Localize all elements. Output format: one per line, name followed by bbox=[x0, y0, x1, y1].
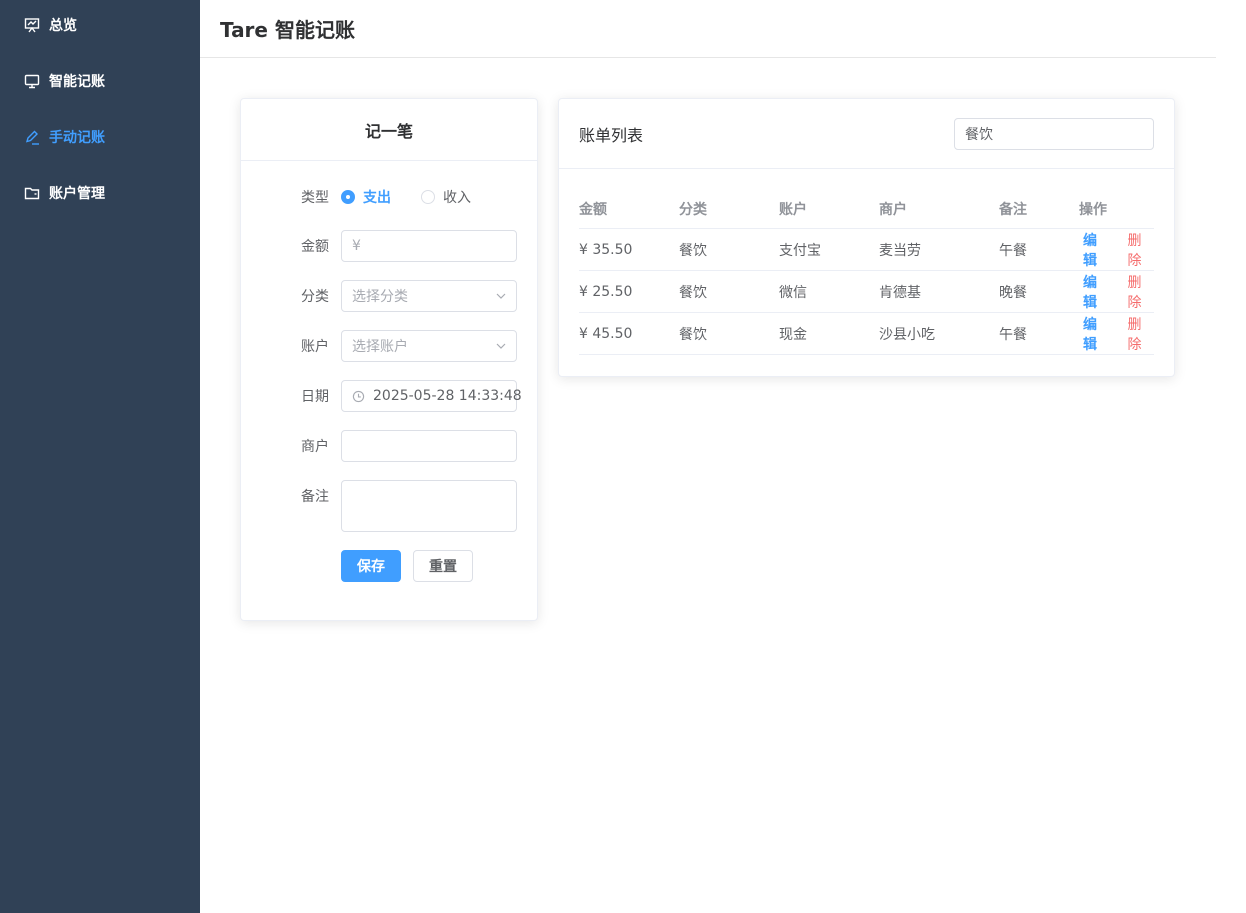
merchant-input[interactable] bbox=[341, 430, 517, 462]
cell-account: 微信 bbox=[779, 284, 807, 301]
delete-button[interactable]: 删除 bbox=[1128, 272, 1155, 312]
cell-merchant: 麦当劳 bbox=[879, 242, 921, 259]
note-row: 备注 bbox=[241, 480, 539, 532]
wallet-icon bbox=[24, 187, 40, 200]
category-label: 分类 bbox=[301, 289, 329, 305]
sidebar-item-label: 总览 bbox=[49, 18, 77, 34]
amount-label: 金额 bbox=[301, 239, 329, 255]
delete-button[interactable]: 删除 bbox=[1128, 230, 1155, 270]
cell-note: 午餐 bbox=[999, 326, 1027, 343]
cell-amount: ¥ 25.50 bbox=[579, 283, 633, 300]
list-title: 账单列表 bbox=[579, 125, 644, 145]
type-row: 类型 支出 收入 bbox=[241, 181, 539, 213]
date-row: 日期 2025-05-28 14:33:48 bbox=[241, 380, 539, 412]
chevron-down-icon bbox=[496, 293, 506, 299]
merchant-label: 商户 bbox=[301, 439, 329, 455]
cell-category: 餐饮 bbox=[679, 284, 707, 301]
radio-income[interactable]: 收入 bbox=[421, 187, 471, 207]
sidebar: 总览 智能记账 手动记账 账户管理 bbox=[0, 0, 200, 913]
page-title: Tare 智能记账 bbox=[220, 18, 355, 42]
radio-dot bbox=[341, 190, 355, 204]
cell-merchant: 沙县小吃 bbox=[879, 326, 935, 343]
cell-account: 支付宝 bbox=[779, 242, 821, 259]
column-header-note: 备注 bbox=[999, 201, 1027, 218]
bill-table: 金额 分类 账户 商户 备注 操作 ¥ 35.50 餐饮 支付宝 麦当劳 午餐 … bbox=[579, 189, 1154, 355]
cell-amount: ¥ 35.50 bbox=[579, 241, 633, 258]
date-picker[interactable]: 2025-05-28 14:33:48 bbox=[341, 380, 522, 412]
column-header-merchant: 商户 bbox=[879, 201, 907, 218]
cell-actions: 编辑 删除 bbox=[1079, 271, 1154, 312]
cell-note: 晚餐 bbox=[999, 284, 1027, 301]
chevron-down-icon bbox=[496, 343, 506, 349]
amount-input[interactable]: ¥ bbox=[341, 230, 517, 262]
note-textarea[interactable] bbox=[341, 480, 517, 532]
delete-button[interactable]: 删除 bbox=[1128, 314, 1155, 354]
radio-label: 收入 bbox=[443, 190, 471, 206]
column-header-account: 账户 bbox=[779, 201, 807, 218]
amount-row: 金额 ¥ bbox=[241, 230, 539, 262]
cell-amount: ¥ 45.50 bbox=[579, 325, 633, 342]
column-header-actions: 操作 bbox=[1079, 201, 1107, 218]
edit-pen-icon bbox=[25, 130, 39, 145]
account-select[interactable]: 选择账户 bbox=[341, 330, 517, 362]
cell-account: 现金 bbox=[779, 326, 807, 343]
cell-merchant: 肯德基 bbox=[879, 284, 921, 301]
note-label: 备注 bbox=[301, 489, 329, 505]
cell-note: 午餐 bbox=[999, 242, 1027, 259]
form-title: 记一笔 bbox=[241, 99, 537, 161]
reset-button[interactable]: 重置 bbox=[413, 550, 473, 582]
clock-icon bbox=[352, 390, 365, 402]
category-select[interactable]: 选择分类 bbox=[341, 280, 517, 312]
cell-actions: 编辑 删除 bbox=[1079, 313, 1154, 354]
cell-category: 餐饮 bbox=[679, 242, 707, 259]
edit-button[interactable]: 编辑 bbox=[1083, 272, 1110, 312]
list-header: 账单列表 餐饮 bbox=[559, 99, 1174, 169]
column-header-amount: 金额 bbox=[579, 201, 607, 218]
sidebar-item-smart-booking[interactable]: 智能记账 bbox=[0, 53, 200, 109]
edit-button[interactable]: 编辑 bbox=[1083, 230, 1110, 270]
category-row: 分类 选择分类 bbox=[241, 280, 539, 312]
type-label: 类型 bbox=[301, 190, 329, 206]
table-row: ¥ 25.50 餐饮 微信 肯德基 晚餐 编辑 删除 bbox=[579, 271, 1154, 313]
record-form-card: 记一笔 类型 支出 收入 金额 ¥ 分类 选择分类 账户 选择账户 日期 202… bbox=[240, 98, 538, 621]
sidebar-item-label: 账户管理 bbox=[49, 186, 105, 202]
date-label: 日期 bbox=[301, 389, 329, 405]
presentation-chart-icon bbox=[24, 18, 40, 33]
radio-dot bbox=[421, 190, 435, 204]
radio-expense[interactable]: 支出 bbox=[341, 187, 391, 207]
radio-label: 支出 bbox=[363, 190, 391, 206]
table-row: ¥ 35.50 餐饮 支付宝 麦当劳 午餐 编辑 删除 bbox=[579, 229, 1154, 271]
search-value: 餐饮 bbox=[965, 126, 993, 143]
column-header-category: 分类 bbox=[679, 201, 707, 218]
amount-placeholder: ¥ bbox=[352, 238, 361, 254]
sidebar-item-label: 手动记账 bbox=[49, 130, 105, 146]
cell-actions: 编辑 删除 bbox=[1079, 229, 1154, 270]
page-header: Tare 智能记账 bbox=[200, 0, 1216, 58]
cell-category: 餐饮 bbox=[679, 326, 707, 343]
date-value: 2025-05-28 14:33:48 bbox=[373, 388, 522, 404]
table-header-row: 金额 分类 账户 商户 备注 操作 bbox=[579, 189, 1154, 229]
table-row: ¥ 45.50 餐饮 现金 沙县小吃 午餐 编辑 删除 bbox=[579, 313, 1154, 355]
account-placeholder: 选择账户 bbox=[352, 339, 408, 355]
search-input[interactable]: 餐饮 bbox=[954, 117, 1154, 150]
account-label: 账户 bbox=[301, 339, 329, 355]
type-radio-group: 支出 收入 bbox=[341, 187, 501, 207]
sidebar-item-manual-booking[interactable]: 手动记账 bbox=[0, 109, 200, 165]
sidebar-item-account-management[interactable]: 账户管理 bbox=[0, 165, 200, 221]
merchant-row: 商户 bbox=[241, 430, 539, 462]
monitor-icon bbox=[24, 74, 40, 89]
save-button[interactable]: 保存 bbox=[341, 550, 401, 582]
sidebar-item-label: 智能记账 bbox=[49, 74, 105, 90]
sidebar-item-overview[interactable]: 总览 bbox=[0, 0, 200, 53]
account-row: 账户 选择账户 bbox=[241, 330, 539, 362]
category-placeholder: 选择分类 bbox=[352, 289, 408, 305]
edit-button[interactable]: 编辑 bbox=[1083, 314, 1110, 354]
bill-list-card: 账单列表 餐饮 金额 分类 账户 商户 备注 操作 ¥ 35.50 餐饮 支付宝… bbox=[558, 98, 1175, 377]
